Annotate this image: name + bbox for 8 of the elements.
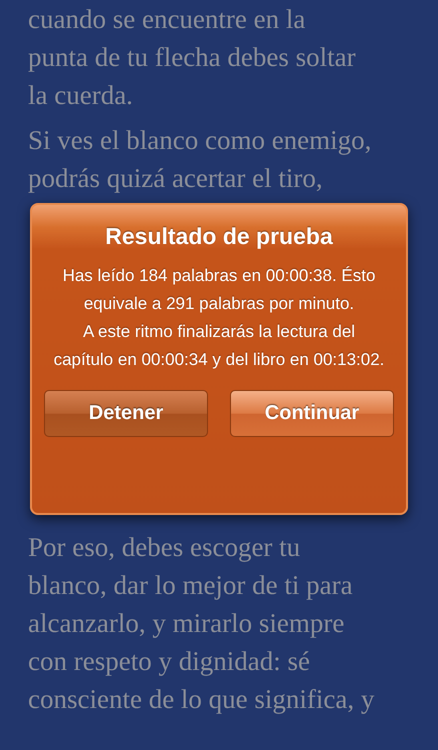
book-paragraph: Si ves el blanco como enemigo, podrás quizá acertar el tiro, bbox=[28, 124, 372, 195]
alert-message: A este ritmo finalizarás la lectura del capítulo en 00:00:34 y del libro en 00:13:02. bbox=[52, 321, 386, 371]
alert-message: Has leído 184 palabras en 00:00:38. Ésto equivale a 291 palabras por minuto. bbox=[62, 265, 376, 315]
alert-button[interactable]: Detener bbox=[44, 390, 208, 437]
book-paragraph: Por eso, debes escoger tu blanco, dar lo mejor de ti para alcanzarlo, y mirarlo siempre con respeto y dignidad: sé consciente de lo que significa, y bbox=[28, 531, 374, 716]
alert-title: Resultado de prueba bbox=[105, 223, 333, 250]
book-paragraph: cuando se encuentre en la punta de tu flecha debes soltar la cuerda. bbox=[28, 3, 356, 112]
alert-button[interactable]: Continuar bbox=[230, 390, 394, 437]
